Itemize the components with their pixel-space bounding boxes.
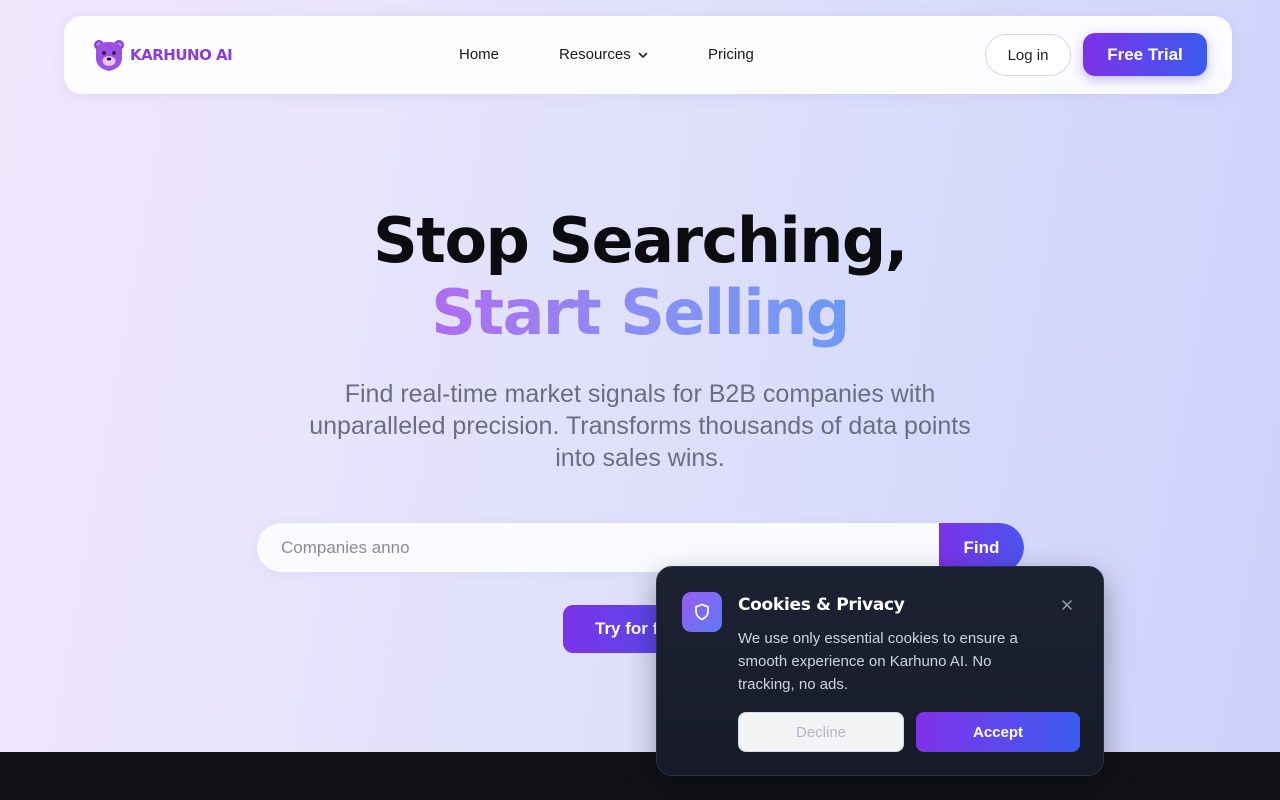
hero-title: Stop Searching, Start Selling	[0, 205, 1280, 349]
nav-link-home[interactable]: Home	[459, 46, 499, 63]
nav-link-home-label: Home	[459, 46, 500, 63]
free-trial-button[interactable]: Free Trial	[1083, 33, 1207, 76]
hero-subtitle: Find real-time market signals for B2B co…	[309, 380, 971, 472]
nav-link-resources[interactable]: Resources	[559, 46, 649, 63]
login-button[interactable]: Log in	[985, 34, 1071, 76]
search-bar: Find	[257, 523, 1024, 572]
cookie-consent-dialog: Cookies & Privacy We use only essential …	[656, 566, 1104, 776]
find-button[interactable]: Find	[939, 523, 1024, 572]
cookie-title: Cookies & Privacy	[738, 595, 905, 615]
hero-title-line2: Start Selling	[431, 276, 850, 349]
nav-link-resources-label: Resources	[559, 46, 631, 63]
accept-button[interactable]: Accept	[916, 712, 1080, 752]
close-icon[interactable]	[1057, 595, 1077, 615]
top-navbar: KARHUNO AI Home Resources Pricing Log in…	[64, 16, 1232, 94]
cookie-icon-badge	[682, 592, 722, 632]
cookie-body: We use only essential cookies to ensure …	[738, 630, 1018, 693]
decline-button[interactable]: Decline	[738, 712, 904, 752]
hero-title-line1: Stop Searching,	[373, 204, 908, 277]
shield-icon	[695, 603, 709, 621]
chevron-down-icon	[638, 52, 648, 58]
search-input[interactable]	[257, 523, 939, 572]
nav-link-pricing[interactable]: Pricing	[708, 46, 754, 63]
nav-link-pricing-label: Pricing	[708, 46, 754, 63]
